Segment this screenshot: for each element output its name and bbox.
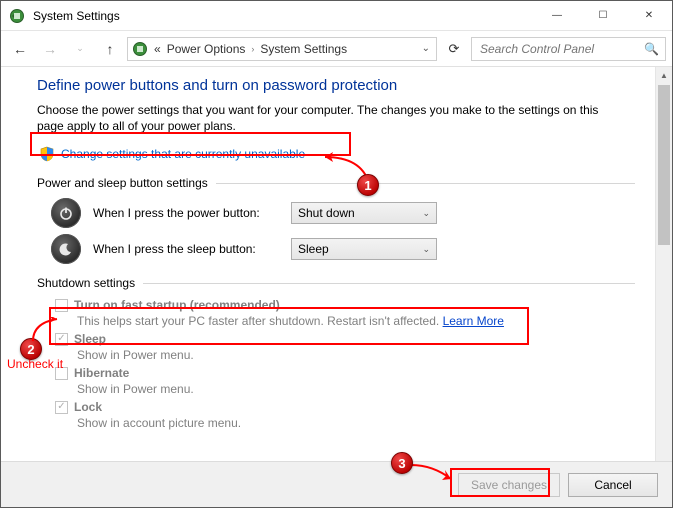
fast-startup-item: Turn on fast startup (recommended) This … [55, 298, 635, 328]
sleep-item: ✓ Sleep Show in Power menu. [55, 332, 635, 362]
sleep-button-label: When I press the sleep button: [93, 242, 279, 256]
hibernate-item: Hibernate Show in Power menu. [55, 366, 635, 396]
search-input[interactable] [478, 41, 638, 57]
scroll-up-arrow[interactable]: ▲ [656, 67, 672, 84]
content-area: Define power buttons and turn on passwor… [1, 67, 655, 507]
shutdown-heading: Shutdown settings [37, 276, 635, 290]
power-button-combo[interactable]: Shut down ⌄ [291, 202, 437, 224]
search-box[interactable]: 🔍 [471, 37, 666, 61]
power-button-row: When I press the power button: Shut down… [51, 198, 635, 228]
back-button[interactable]: ← [7, 36, 33, 62]
change-settings-link[interactable]: Change settings that are currently unava… [61, 147, 305, 161]
nav-row: ← → ⌄ ↑ « Power Options › System Setting… [1, 31, 672, 67]
power-button-value: Shut down [298, 206, 355, 220]
footer-bar: Save changes Cancel [1, 461, 672, 507]
save-changes-button[interactable]: Save changes [458, 473, 560, 497]
chevron-down-icon: ⌄ [422, 208, 430, 219]
breadcrumb-item-system-settings[interactable]: System Settings [260, 42, 347, 56]
minimize-button[interactable]: — [534, 1, 580, 31]
fast-startup-desc: This helps start your PC faster after sh… [77, 314, 443, 328]
page-description: Choose the power settings that you want … [37, 102, 617, 134]
power-sleep-heading: Power and sleep button settings [37, 176, 635, 190]
breadcrumb-item-root[interactable]: « [154, 42, 161, 56]
breadcrumb-separator: › [251, 44, 254, 54]
chevron-down-icon: ⌄ [422, 244, 430, 255]
hibernate-checkbox[interactable] [55, 367, 68, 380]
sleep-label: Sleep [74, 332, 106, 346]
power-icon [51, 198, 81, 228]
cancel-button[interactable]: Cancel [568, 473, 658, 497]
hibernate-desc: Show in Power menu. [77, 382, 635, 396]
lock-checkbox[interactable]: ✓ [55, 401, 68, 414]
app-icon [9, 8, 25, 24]
forward-button[interactable]: → [37, 36, 63, 62]
shield-icon [39, 146, 55, 162]
page-title: Define power buttons and turn on passwor… [37, 77, 635, 94]
change-settings-link-row: Change settings that are currently unava… [37, 144, 307, 164]
lock-label: Lock [74, 400, 102, 414]
address-bar[interactable]: « Power Options › System Settings ⌄ [127, 37, 437, 61]
address-dropdown-button[interactable]: ⌄ [420, 43, 432, 54]
up-button[interactable]: ↑ [97, 36, 123, 62]
shutdown-items: Turn on fast startup (recommended) This … [51, 298, 635, 430]
recent-locations-button[interactable]: ⌄ [67, 36, 93, 62]
breadcrumb-item-power-options[interactable]: Power Options [167, 42, 246, 56]
learn-more-link[interactable]: Learn More [443, 314, 504, 328]
refresh-button[interactable]: ⟳ [441, 37, 467, 61]
fast-startup-checkbox[interactable] [55, 299, 68, 312]
address-icon [132, 41, 148, 57]
close-button[interactable]: ✕ [626, 1, 672, 31]
power-button-label: When I press the power button: [93, 206, 279, 220]
window-title: System Settings [33, 9, 120, 23]
hibernate-label: Hibernate [74, 366, 129, 380]
sleep-button-combo[interactable]: Sleep ⌄ [291, 238, 437, 260]
sleep-button-value: Sleep [298, 242, 329, 256]
sleep-desc: Show in Power menu. [77, 348, 635, 362]
sleep-icon [51, 234, 81, 264]
lock-item: ✓ Lock Show in account picture menu. [55, 400, 635, 430]
lock-desc: Show in account picture menu. [77, 416, 635, 430]
title-bar: System Settings — ☐ ✕ [1, 1, 672, 31]
maximize-button[interactable]: ☐ [580, 1, 626, 31]
search-icon: 🔍 [644, 42, 659, 56]
fast-startup-label: Turn on fast startup (recommended) [74, 298, 280, 312]
scroll-thumb[interactable] [658, 85, 670, 245]
vertical-scrollbar[interactable]: ▲ ▼ [655, 67, 672, 507]
sleep-checkbox[interactable]: ✓ [55, 333, 68, 346]
sleep-button-row: When I press the sleep button: Sleep ⌄ [51, 234, 635, 264]
